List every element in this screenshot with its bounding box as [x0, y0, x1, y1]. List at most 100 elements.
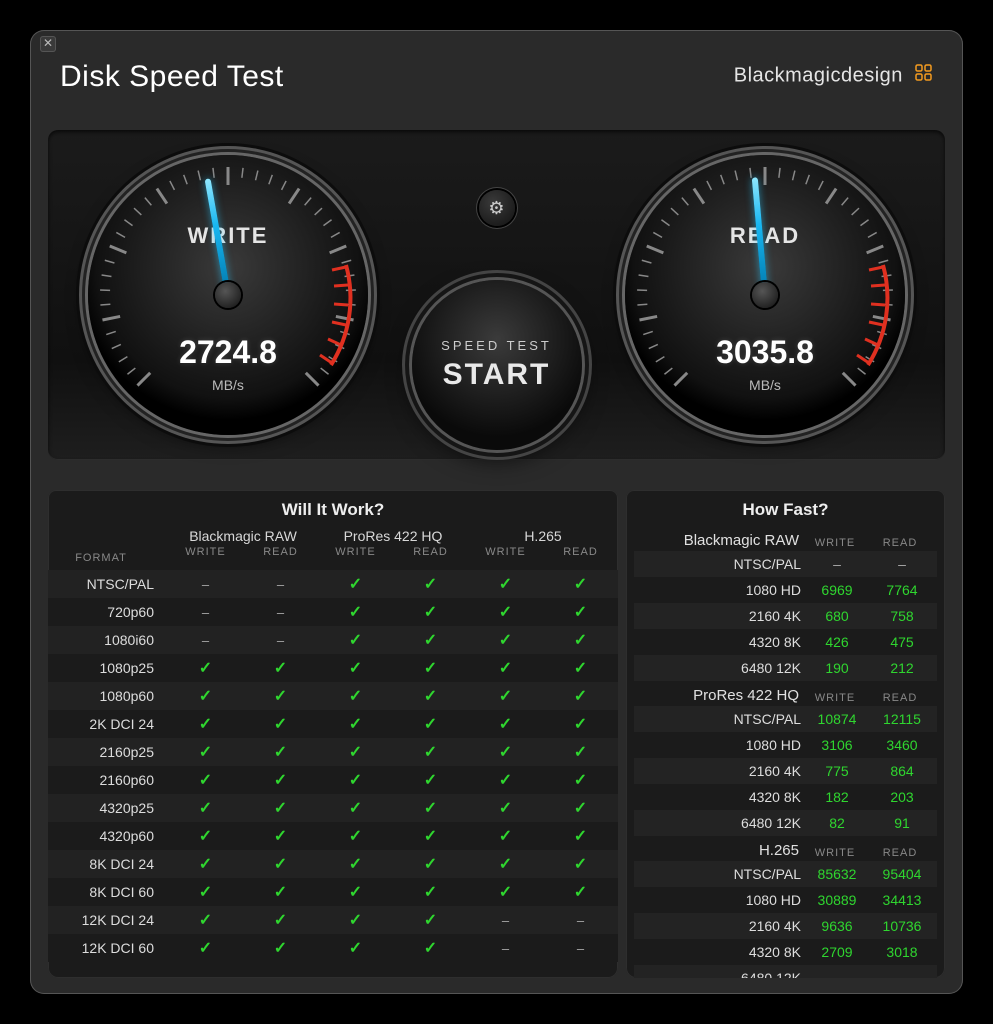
- check-icon: ✓: [499, 658, 512, 678]
- hf-read-value: 758: [867, 608, 937, 624]
- check-icon: ✓: [349, 574, 362, 594]
- check-icon: ✓: [499, 770, 512, 790]
- cell-check: ✓: [468, 822, 543, 850]
- cell-check: ✓: [168, 766, 243, 794]
- cell-check: ✓: [243, 682, 318, 710]
- check-icon: ✓: [349, 798, 362, 818]
- cell-check: ✓: [243, 878, 318, 906]
- hf-read-value: –: [867, 970, 937, 978]
- hf-read-value: 475: [867, 634, 937, 650]
- check-icon: ✓: [424, 686, 437, 706]
- hf-write-value: 85632: [807, 866, 867, 882]
- cell-check: ✓: [393, 710, 468, 738]
- cell-dash: –: [168, 626, 243, 654]
- cell-check: ✓: [318, 822, 393, 850]
- cell-dash: –: [168, 570, 243, 598]
- dash-icon: –: [502, 941, 509, 956]
- will-it-work-heading: Will It Work?: [48, 490, 618, 526]
- cell-check: ✓: [468, 878, 543, 906]
- start-button[interactable]: SPEED TEST START: [412, 280, 582, 450]
- hf-read-value: 95404: [867, 866, 937, 882]
- check-icon: ✓: [274, 742, 287, 762]
- write-col: WRITE: [805, 847, 865, 859]
- check-icon: ✓: [499, 854, 512, 874]
- cell-dash: –: [543, 934, 618, 962]
- check-icon: ✓: [574, 826, 587, 846]
- write-unit: MB/s: [88, 377, 368, 393]
- cell-check: ✓: [468, 710, 543, 738]
- check-icon: ✓: [499, 742, 512, 762]
- hf-read-value: 864: [867, 763, 937, 779]
- sub-col: READ: [543, 546, 618, 570]
- check-icon: ✓: [574, 742, 587, 762]
- check-icon: ✓: [424, 714, 437, 734]
- hf-format: 6480 12K: [634, 660, 807, 676]
- hf-write-value: 190: [807, 660, 867, 676]
- cell-check: ✓: [318, 906, 393, 934]
- check-icon: ✓: [199, 854, 212, 874]
- cell-dash: –: [243, 598, 318, 626]
- cell-check: ✓: [243, 934, 318, 962]
- cell-check: ✓: [243, 794, 318, 822]
- write-col: WRITE: [805, 537, 865, 549]
- cell-check: ✓: [468, 654, 543, 682]
- cell-check: ✓: [468, 738, 543, 766]
- check-icon: ✓: [424, 658, 437, 678]
- write-value: 2724.8: [88, 334, 368, 371]
- check-icon: ✓: [574, 770, 587, 790]
- format-name: 2160p60: [48, 766, 168, 794]
- cell-check: ✓: [168, 850, 243, 878]
- check-icon: ✓: [499, 602, 512, 622]
- cell-dash: –: [468, 906, 543, 934]
- how-fast-row: NTSC/PAL 85632 95404: [634, 861, 937, 887]
- check-icon: ✓: [574, 686, 587, 706]
- check-icon: ✓: [199, 826, 212, 846]
- cell-check: ✓: [168, 878, 243, 906]
- app-window: ✕ Disk Speed Test Blackmagicdesign: [30, 30, 963, 994]
- check-icon: ✓: [349, 630, 362, 650]
- how-fast-panel: How Fast? Blackmagic RAW WRITE READ NTSC…: [626, 490, 945, 978]
- hf-format: 4320 8K: [634, 634, 807, 650]
- sub-col: READ: [243, 546, 318, 570]
- dash-icon: –: [577, 941, 584, 956]
- settings-button[interactable]: ⚙: [479, 190, 515, 226]
- check-icon: ✓: [349, 910, 362, 930]
- check-icon: ✓: [499, 714, 512, 734]
- check-icon: ✓: [274, 938, 287, 958]
- how-fast-row: 2160 4K 680 758: [634, 603, 937, 629]
- check-icon: ✓: [499, 686, 512, 706]
- cell-check: ✓: [168, 682, 243, 710]
- cell-check: ✓: [393, 570, 468, 598]
- check-icon: ✓: [424, 938, 437, 958]
- check-icon: ✓: [349, 826, 362, 846]
- cell-dash: –: [243, 626, 318, 654]
- will-it-work-panel: Will It Work? Blackmagic RAW ProRes 422 …: [48, 490, 618, 978]
- cell-check: ✓: [168, 738, 243, 766]
- cell-check: ✓: [318, 738, 393, 766]
- cell-check: ✓: [318, 626, 393, 654]
- dash-icon: –: [202, 605, 209, 620]
- hf-write-value: –: [807, 556, 867, 572]
- hf-read-value: 34413: [867, 892, 937, 908]
- cell-check: ✓: [543, 738, 618, 766]
- write-col: WRITE: [805, 692, 865, 704]
- check-icon: ✓: [274, 854, 287, 874]
- hf-format: 4320 8K: [634, 944, 807, 960]
- hf-read-value: 12115: [867, 711, 937, 727]
- cell-check: ✓: [318, 598, 393, 626]
- cell-check: ✓: [393, 654, 468, 682]
- cell-check: ✓: [543, 822, 618, 850]
- cell-check: ✓: [393, 738, 468, 766]
- header: Disk Speed Test Blackmagicdesign: [30, 30, 963, 106]
- check-icon: ✓: [199, 910, 212, 930]
- hf-format: NTSC/PAL: [634, 866, 807, 882]
- brand-dots-icon: [915, 64, 933, 88]
- cell-check: ✓: [468, 794, 543, 822]
- check-icon: ✓: [424, 770, 437, 790]
- brand-text: Blackmagicdesign: [734, 64, 903, 86]
- hf-read-value: 3018: [867, 944, 937, 960]
- hf-write-value: 30889: [807, 892, 867, 908]
- cell-dash: –: [468, 934, 543, 962]
- cell-check: ✓: [393, 822, 468, 850]
- write-gauge-label: WRITE: [88, 223, 368, 249]
